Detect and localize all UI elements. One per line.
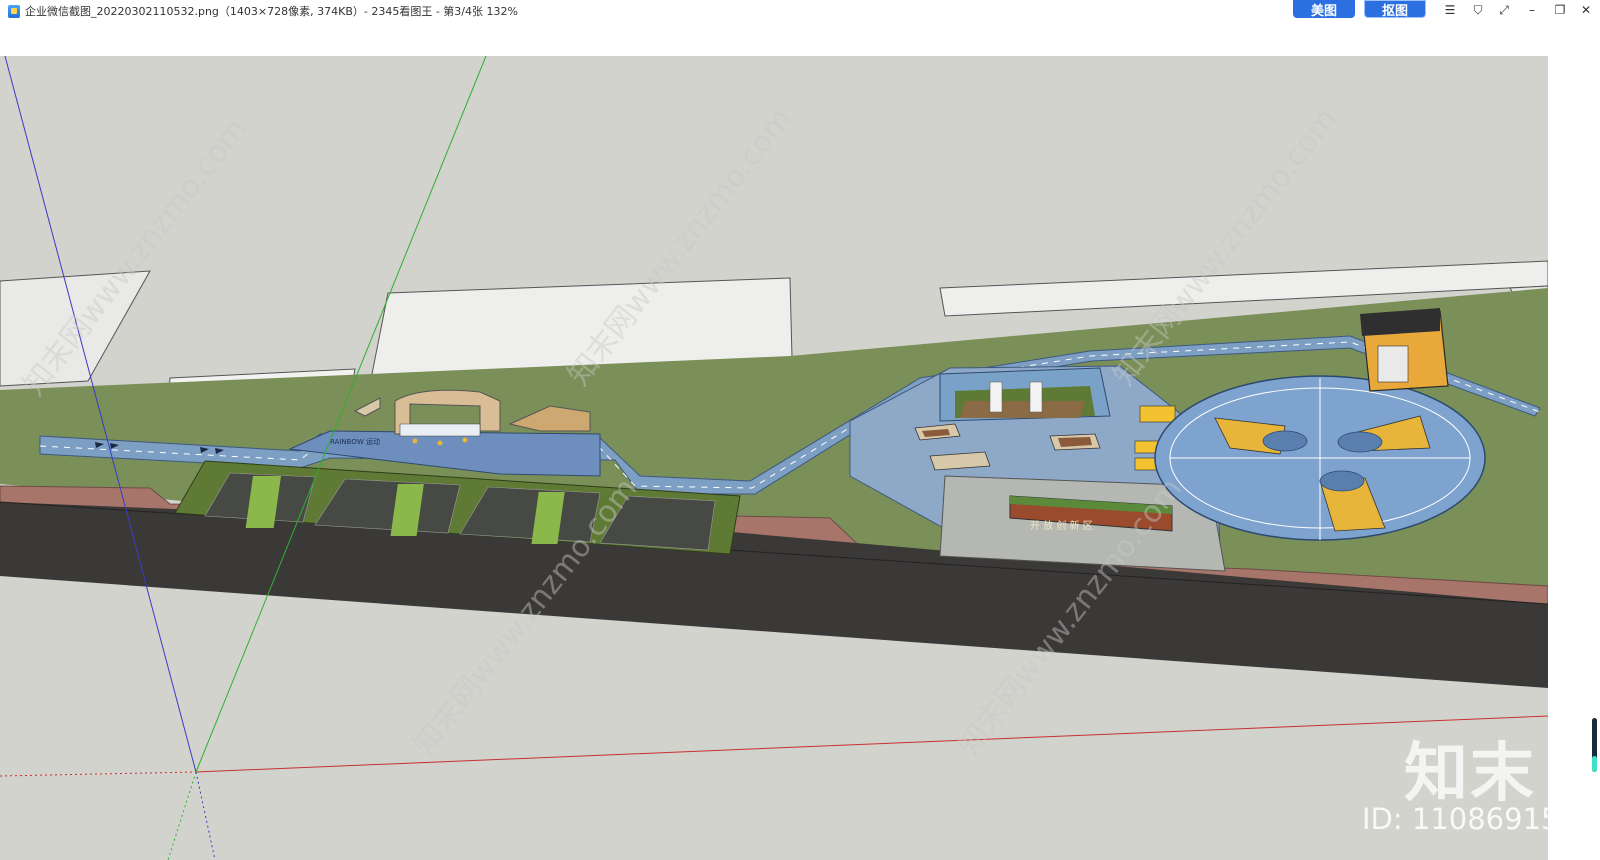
koutu-button[interactable]: 抠图 [1364,0,1426,19]
image-viewport[interactable]: RAINBOW 运动 开 放 创 新 区 知末网www.znzmo.com 知末… [0,56,1552,860]
meitu-button[interactable]: 美图 [1293,0,1355,19]
watermark-logo: 知末 [1404,737,1536,811]
minimize-icon[interactable]: – [1522,2,1542,18]
plaza-banner-text: RAINBOW 运动 [330,437,380,446]
window-title: 企业微信截图_20220302110532.png（1403×728像素, 37… [25,5,518,18]
title-bar: 企业微信截图_20220302110532.png（1403×728像素, 37… [0,0,1600,22]
close-icon[interactable]: ✕ [1576,2,1596,18]
skin-icon[interactable]: ⛉ [1468,2,1488,18]
app-image-icon [8,4,20,18]
watermark-id: ID: 1108691535 [1362,802,1597,836]
model-render: RAINBOW 运动 开 放 创 新 区 [0,56,1552,860]
fullscreen-icon[interactable]: ⤢ [1494,2,1514,18]
scrollbar-thumb[interactable] [1592,718,1597,772]
restore-icon[interactable]: ❐ [1550,2,1570,18]
menu-icon[interactable]: ☰ [1440,2,1460,18]
sign-wall-text: 开 放 创 新 区 [1030,519,1093,532]
